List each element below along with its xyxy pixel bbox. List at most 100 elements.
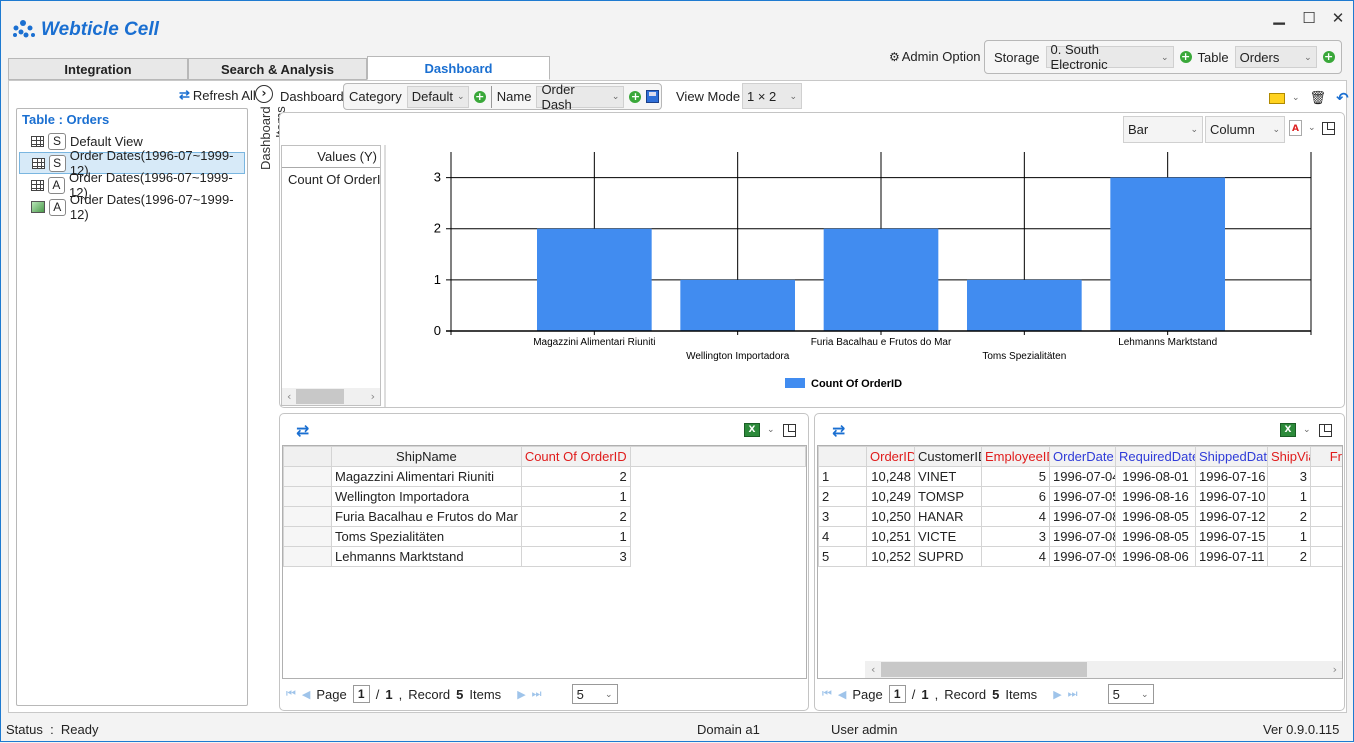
table-row[interactable]: 5 10,252 SUPRD 4 1996-07-09 1996-08-06 1996-07…: [818, 546, 1342, 567]
cell[interactable]: 3: [981, 526, 1050, 547]
cell[interactable]: 2: [1267, 506, 1311, 527]
table-row[interactable]: 4 10,251 VICTE 3 1996-07-08 1996-08-05 1996-07…: [818, 526, 1342, 547]
cell-shipname[interactable]: Magazzini Alimentari Riuniti: [331, 466, 522, 487]
cell[interactable]: 11.: [1310, 486, 1342, 507]
cell-shipname[interactable]: Toms Spezialitäten: [331, 526, 522, 547]
cell[interactable]: 1996-07-08: [1049, 506, 1116, 527]
cell[interactable]: 1996-07-15: [1195, 526, 1268, 547]
page-size-select[interactable]: 5 ⌄: [571, 684, 618, 704]
cell[interactable]: TOMSP: [914, 486, 982, 507]
prev-page-button[interactable]: ◀: [838, 688, 846, 701]
tree-item-order-dates-chart[interactable]: A Order Dates(1996-07~1999-12): [19, 192, 245, 222]
cell[interactable]: 3: [1267, 466, 1311, 487]
email-button[interactable]: ⌄: [1269, 92, 1300, 104]
cell[interactable]: 1996-07-10: [1195, 486, 1268, 507]
orders-hscrollbar[interactable]: ‹ ›: [865, 661, 1342, 678]
cell[interactable]: 10,248: [866, 466, 915, 487]
column-header[interactable]: CustomerID: [914, 446, 982, 467]
cell[interactable]: 1: [1267, 526, 1311, 547]
column-header[interactable]: ShipVia: [1267, 446, 1311, 467]
storage-select[interactable]: 0. South Electronic ⌄: [1045, 42, 1174, 72]
cell[interactable]: 1996-07-04: [1049, 466, 1116, 487]
cell[interactable]: 5: [981, 466, 1050, 487]
delete-button[interactable]: 🗑: [1310, 91, 1327, 106]
cell[interactable]: 65.: [1310, 506, 1342, 527]
cell[interactable]: 2: [1267, 546, 1311, 567]
splitter[interactable]: [384, 145, 386, 407]
pivot-refresh-icon[interactable]: ⇄: [296, 421, 309, 440]
view-mode-select[interactable]: 1 × 2 ⌄: [742, 83, 802, 109]
column-header[interactable]: EmployeeID: [981, 446, 1050, 467]
next-page-button[interactable]: ▶: [517, 688, 525, 701]
table-row[interactable]: Toms Spezialitäten 1: [283, 526, 806, 547]
cell[interactable]: 1996-07-11: [1195, 546, 1268, 567]
cell[interactable]: 4: [981, 546, 1050, 567]
pdf-export-button[interactable]: A ⌄: [1289, 120, 1316, 136]
cell[interactable]: SUPRD: [914, 546, 982, 567]
cell[interactable]: VICTE: [914, 526, 982, 547]
minimize-button[interactable]: ▁: [1269, 7, 1289, 25]
cell[interactable]: 1996-08-05: [1115, 506, 1196, 527]
row-header[interactable]: [283, 466, 332, 487]
column-header[interactable]: OrderID: [866, 446, 915, 467]
cell[interactable]: HANAR: [914, 506, 982, 527]
close-button[interactable]: ✕: [1328, 9, 1348, 27]
tab-search-analysis[interactable]: Search & Analysis: [188, 58, 367, 80]
add-table-button[interactable]: +: [1322, 51, 1335, 63]
cell[interactable]: 1996-08-01: [1115, 466, 1196, 487]
cell[interactable]: 1996-07-16: [1195, 466, 1268, 487]
cell-count[interactable]: 2: [520, 466, 631, 487]
column-header[interactable]: OrderDate: [1049, 446, 1116, 467]
expand-panel-button[interactable]: ›: [255, 85, 273, 103]
first-page-button[interactable]: ⏮: [822, 688, 832, 701]
excel-export-button[interactable]: X ⌄: [744, 423, 775, 437]
cell[interactable]: 51.: [1310, 546, 1342, 567]
save-icon[interactable]: [646, 90, 660, 103]
maximize-panel-icon[interactable]: [1321, 121, 1335, 135]
admin-option-button[interactable]: ⚙ Admin Option: [889, 49, 981, 64]
page-size-select[interactable]: 5 ⌄: [1107, 684, 1154, 704]
chart-type-select[interactable]: Bar ⌄: [1123, 116, 1203, 143]
column-header[interactable]: ShipName: [331, 446, 522, 467]
cell-shipname[interactable]: Lehmanns Marktstand: [331, 546, 522, 567]
column-header[interactable]: ShippedDate: [1195, 446, 1268, 467]
cell[interactable]: 41.: [1310, 526, 1342, 547]
add-dashboard-button[interactable]: +: [629, 90, 642, 103]
maximize-panel-icon[interactable]: [782, 423, 796, 437]
excel-export-button[interactable]: X ⌄: [1280, 423, 1311, 437]
page-input[interactable]: 1: [888, 685, 906, 703]
add-category-button[interactable]: +: [473, 90, 486, 103]
last-page-button[interactable]: ⏭: [532, 688, 542, 701]
cell[interactable]: 1: [1267, 486, 1311, 507]
row-header[interactable]: [283, 546, 332, 567]
column-header[interactable]: RequiredDate: [1115, 446, 1196, 467]
scroll-thumb[interactable]: [881, 662, 1088, 677]
cell[interactable]: 10,250: [866, 506, 915, 527]
cell-count[interactable]: 1: [520, 526, 631, 547]
scroll-thumb[interactable]: [296, 389, 345, 404]
add-storage-button[interactable]: +: [1179, 51, 1192, 63]
cell[interactable]: 1996-07-12: [1195, 506, 1268, 527]
cell-count[interactable]: 2: [520, 506, 631, 527]
column-header[interactable]: Freig: [1310, 446, 1342, 467]
maximize-panel-icon[interactable]: [1318, 423, 1332, 437]
tab-dashboard[interactable]: Dashboard: [367, 56, 550, 80]
cell[interactable]: 1996-07-09: [1049, 546, 1116, 567]
cell[interactable]: 10,249: [866, 486, 915, 507]
orders-refresh-icon[interactable]: ⇄: [832, 421, 845, 440]
cell-shipname[interactable]: Furia Bacalhau e Frutos do Mar: [331, 506, 522, 527]
column-header[interactable]: Count Of OrderID: [520, 446, 631, 467]
table-row[interactable]: 1 10,248 VINET 5 1996-07-04 1996-08-01 1996-07…: [818, 466, 1342, 487]
maximize-button[interactable]: ☐: [1299, 9, 1319, 27]
page-input[interactable]: 1: [352, 685, 370, 703]
cell[interactable]: 1996-07-08: [1049, 526, 1116, 547]
cell[interactable]: 1996-07-05: [1049, 486, 1116, 507]
table-row[interactable]: Lehmanns Marktstand 3: [283, 546, 806, 567]
cell[interactable]: 1996-08-16: [1115, 486, 1196, 507]
table-row[interactable]: Wellington Importadora 1: [283, 486, 806, 507]
cell-count[interactable]: 3: [520, 546, 631, 567]
cell[interactable]: VINET: [914, 466, 982, 487]
next-page-button[interactable]: ▶: [1053, 688, 1061, 701]
cell[interactable]: 32.: [1310, 466, 1342, 487]
cell-count[interactable]: 1: [520, 486, 631, 507]
